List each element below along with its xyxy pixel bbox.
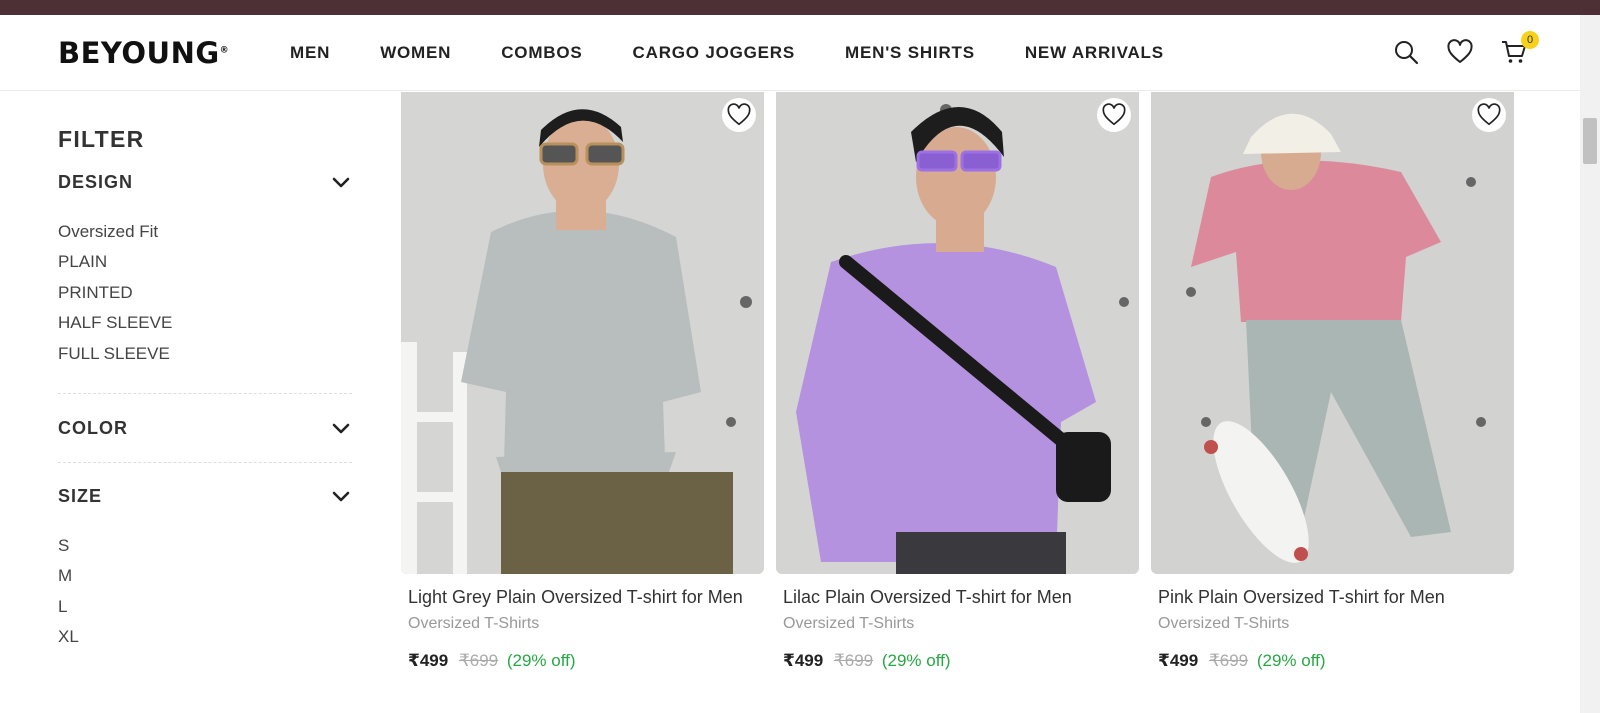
- product-card[interactable]: Lilac Plain Oversized T-shirt for Men Ov…: [776, 92, 1139, 670]
- filter-color-header[interactable]: COLOR: [58, 414, 352, 444]
- filter-option-half-sleeve[interactable]: HALF SLEEVE: [58, 313, 172, 333]
- chevron-down-icon: [332, 423, 350, 434]
- filter-option-oversized-fit[interactable]: Oversized Fit: [58, 222, 158, 242]
- price-current: ₹499: [783, 651, 824, 670]
- filter-size-header[interactable]: SIZE: [58, 482, 352, 512]
- price-original: ₹699: [833, 651, 874, 670]
- product-name[interactable]: Light Grey Plain Oversized T-shirt for M…: [408, 587, 743, 608]
- divider: [58, 462, 352, 463]
- nav-mens-shirts[interactable]: MEN'S SHIRTS: [845, 43, 975, 63]
- price-discount: (29% off): [1256, 651, 1326, 670]
- nav-combos[interactable]: COMBOS: [501, 43, 582, 63]
- product-price: ₹499 ₹699 (29% off): [408, 651, 576, 671]
- price-original: ₹699: [1208, 651, 1249, 670]
- cart-count-badge: 0: [1521, 31, 1539, 49]
- nav-new-arrivals[interactable]: NEW ARRIVALS: [1025, 43, 1164, 63]
- divider: [58, 393, 352, 394]
- price-discount: (29% off): [881, 651, 951, 670]
- heart-icon[interactable]: [1447, 39, 1473, 65]
- price-original: ₹699: [458, 651, 499, 670]
- product-price: ₹499 ₹699 (29% off): [783, 651, 951, 671]
- filter-option-size-xl[interactable]: XL: [58, 627, 79, 647]
- filter-option-size-l[interactable]: L: [58, 597, 67, 617]
- top-announcement-bar: [0, 0, 1600, 15]
- wishlist-heart-icon[interactable]: [1097, 98, 1131, 132]
- nav-women[interactable]: WOMEN: [380, 43, 451, 63]
- product-image[interactable]: [776, 92, 1139, 574]
- brand-logo[interactable]: BEYOUNG®: [58, 36, 229, 70]
- product-image[interactable]: [401, 92, 764, 574]
- filter-option-plain[interactable]: PLAIN: [58, 252, 107, 272]
- product-image[interactable]: [1151, 92, 1514, 574]
- product-card[interactable]: Pink Plain Oversized T-shirt for Men Ove…: [1151, 92, 1514, 670]
- cart-icon[interactable]: 0: [1501, 31, 1539, 65]
- product-category: Oversized T-Shirts: [1158, 615, 1290, 632]
- filter-option-size-m[interactable]: M: [58, 566, 72, 586]
- scrollbar-thumb[interactable]: [1583, 118, 1597, 164]
- product-category: Oversized T-Shirts: [408, 615, 540, 632]
- price-current: ₹499: [408, 651, 449, 670]
- product-price: ₹499 ₹699 (29% off): [1158, 651, 1326, 671]
- nav-cargo-joggers[interactable]: CARGO JOGGERS: [633, 43, 795, 63]
- chevron-down-icon: [332, 491, 350, 502]
- nav-men[interactable]: MEN: [290, 43, 330, 63]
- filter-option-size-s[interactable]: S: [58, 536, 69, 556]
- filter-design-header[interactable]: DESIGN: [58, 168, 352, 198]
- chevron-down-icon: [332, 177, 350, 188]
- product-name[interactable]: Pink Plain Oversized T-shirt for Men: [1158, 587, 1445, 608]
- page-scrollbar[interactable]: [1580, 15, 1600, 713]
- filter-sidebar: FILTER DESIGN Oversized Fit PLAIN PRINTE…: [58, 92, 352, 652]
- wishlist-heart-icon[interactable]: [722, 98, 756, 132]
- product-category: Oversized T-Shirts: [783, 615, 915, 632]
- product-card[interactable]: Light Grey Plain Oversized T-shirt for M…: [401, 92, 764, 670]
- header-actions: 0: [1393, 31, 1539, 65]
- price-current: ₹499: [1158, 651, 1199, 670]
- filter-option-printed[interactable]: PRINTED: [58, 283, 133, 303]
- search-icon[interactable]: [1393, 39, 1419, 65]
- site-header: BEYOUNG® MEN WOMEN COMBOS CARGO JOGGERS …: [0, 15, 1580, 91]
- price-discount: (29% off): [506, 651, 576, 670]
- filter-option-full-sleeve[interactable]: FULL SLEEVE: [58, 344, 170, 364]
- wishlist-heart-icon[interactable]: [1472, 98, 1506, 132]
- main-nav: MEN WOMEN COMBOS CARGO JOGGERS MEN'S SHI…: [290, 43, 1214, 63]
- product-name[interactable]: Lilac Plain Oversized T-shirt for Men: [783, 587, 1072, 608]
- filter-title: FILTER: [58, 126, 145, 152]
